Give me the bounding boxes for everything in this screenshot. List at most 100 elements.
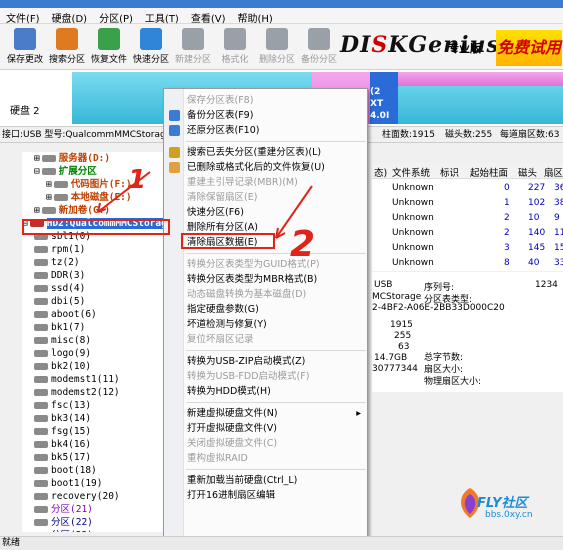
menu-item[interactable]: 备份分区表(F9) [187, 108, 365, 123]
column-header[interactable]: 态) [374, 165, 387, 179]
free-trial-badge[interactable]: 免费试用 [496, 30, 562, 66]
disk-segment[interactable] [72, 72, 167, 124]
tree-partition-node[interactable]: bk5(17) [22, 451, 170, 464]
expander-icon[interactable]: ⊞ [46, 192, 52, 203]
menu-item[interactable]: 坏道检测与修复(Y) [187, 317, 365, 332]
tree-partition-node[interactable]: bk1(7) [22, 321, 170, 334]
menu-item[interactable]: 转换为HDD模式(H) [187, 384, 365, 399]
disk-segment[interactable] [398, 72, 563, 86]
disk-segment-selected[interactable]: (2 XT 4.0I [370, 72, 398, 124]
tree-partition-node[interactable]: boot1(19) [22, 477, 170, 490]
backup-partition-icon [308, 28, 330, 50]
tree-partition-node[interactable]: rpm(1) [22, 243, 170, 256]
new-partition-button[interactable]: 新建分区 [172, 26, 214, 68]
menu-item[interactable]: 指定硬盘参数(G) [187, 302, 365, 317]
menu-item[interactable]: 重构虚拟RAID [187, 451, 365, 466]
tree-partition-node[interactable]: fsg(15) [22, 425, 170, 438]
delete-partition-button[interactable]: 删除分区 [256, 26, 298, 68]
tree-partition-node[interactable]: bk2(10) [22, 360, 170, 373]
menu-bar: 文件(F) 硬盘(D) 分区(P) 工具(T) 查看(V) 帮助(H) [0, 8, 563, 25]
table-row[interactable]: Unknown 2 10 9 [372, 211, 563, 226]
toolbar-label: 删除分区 [258, 55, 295, 65]
annotation-box-delete-all [181, 233, 275, 249]
menu-item[interactable]: 新建虚拟硬盘文件(N) ▸ [187, 406, 365, 421]
menu-item[interactable]: 还原分区表(F10) [187, 123, 365, 138]
menu-separator [186, 469, 366, 470]
menu-item[interactable]: 转换为USB-FDD启动模式(F) [187, 369, 365, 384]
tree-partition-node[interactable]: modemst2(12) [22, 386, 170, 399]
expander-icon[interactable]: ⊟ [34, 166, 40, 177]
tree-partition-node[interactable]: tz(2) [22, 256, 170, 269]
save-button[interactable]: 保存更改 [4, 26, 46, 68]
detail-serial-value: 1234 [535, 280, 558, 290]
tree-partition-node[interactable]: boot(18) [22, 464, 170, 477]
menu-item[interactable]: 关闭虚拟硬盘文件(C) [187, 436, 365, 451]
tree-partition-node[interactable]: ⊞ 本地磁盘(E:) [22, 191, 170, 204]
expander-icon[interactable]: ⊞ [34, 153, 40, 164]
detail-guid: 2-4BF2-A06E-2BB33D000C20 [372, 303, 505, 313]
table-cell: 9 [554, 213, 560, 223]
tree-partition-node[interactable]: bk4(16) [22, 438, 170, 451]
tree-label: fsc(13) [51, 400, 92, 411]
column-header[interactable]: 起始柱面 [470, 165, 508, 179]
tree-partition-node[interactable]: aboot(6) [22, 308, 170, 321]
partition-icon [34, 298, 48, 305]
tree-partition-node[interactable]: recovery(20) [22, 490, 170, 503]
column-header[interactable]: 文件系统 [392, 165, 430, 179]
menu-item[interactable]: 重新加载当前硬盘(Ctrl_L) [187, 473, 365, 488]
expander-icon[interactable]: ⊞ [34, 205, 40, 216]
menu-item[interactable]: 动态磁盘转换为基本磁盘(D) [187, 287, 365, 302]
disk-interface-model: 接口:USB 型号:QualcommMMCStorage [2, 130, 172, 140]
partition-icon [34, 259, 48, 266]
column-header[interactable]: 标识 [440, 165, 459, 179]
partition-icon [41, 155, 56, 162]
tree-partition-node[interactable]: 分区(22) [22, 516, 170, 529]
expander-icon[interactable]: ⊞ [46, 179, 52, 190]
column-header[interactable]: 磁头 [518, 165, 537, 179]
tree-partition-node[interactable]: 分区(23) [22, 529, 170, 532]
tree-partition-node[interactable]: ssd(4) [22, 282, 170, 295]
tree-partition-node[interactable]: DDR(3) [22, 269, 170, 282]
tree-partition-node[interactable]: misc(8) [22, 334, 170, 347]
menu-item[interactable]: 打开16进制扇区编辑 [187, 488, 365, 503]
menu-item[interactable]: 复位坏扇区记录 [187, 332, 365, 347]
tree-partition-node[interactable]: 分区(21) [22, 503, 170, 516]
table-row[interactable]: Unknown 0 227 36 [372, 181, 563, 196]
menu-item[interactable]: 转换为USB-ZIP启动模式(Z) [187, 354, 365, 369]
tree-partition-node[interactable]: ⊟ 扩展分区 [22, 165, 170, 178]
tree-partition-node[interactable]: ⊞ 代码图片(F:) [22, 178, 170, 191]
tree-partition-node[interactable]: fsc(13) [22, 399, 170, 412]
menu-item[interactable]: 清除保留扇区(E) [187, 190, 365, 205]
menu-item[interactable]: 打开虚拟硬盘文件(V) [187, 421, 365, 436]
table-row[interactable]: Unknown 8 40 33 [372, 256, 563, 271]
menu-item[interactable]: 搜索已丢失分区(重建分区表)(L) [187, 145, 365, 160]
column-header[interactable]: 扇区 [544, 165, 563, 179]
table-row[interactable]: Unknown 2 140 11 [372, 226, 563, 241]
menu-item[interactable]: 转换分区表类型为MBR格式(B) [187, 272, 365, 287]
tree-partition-node[interactable]: logo(9) [22, 347, 170, 360]
format-icon [224, 28, 246, 50]
menu-item[interactable]: 已删除或格式化后的文件恢复(U) [187, 160, 365, 175]
format-button[interactable]: 格式化 [214, 26, 256, 68]
tree-partition-node[interactable]: modemst1(11) [22, 373, 170, 386]
table-row[interactable]: Unknown 3 145 15 [372, 241, 563, 256]
menu-item[interactable]: 快速分区(F6) [187, 205, 365, 220]
search-partition-button[interactable]: 搜索分区 [46, 26, 88, 68]
menu-item[interactable]: 转换分区表类型为GUID格式(P) [187, 257, 365, 272]
table-cell: 38 [554, 198, 563, 208]
toolbar-label: 新建分区 [174, 55, 211, 65]
menu-separator [186, 253, 366, 254]
tree-partition-node[interactable]: dbi(5) [22, 295, 170, 308]
table-cell: 36 [554, 183, 563, 193]
table-cell: 140 [528, 228, 546, 238]
menu-item[interactable]: 重建主引导记录(MBR)(M) [187, 175, 365, 190]
partition-icon [34, 428, 48, 435]
tree-partition-node[interactable]: bk3(14) [22, 412, 170, 425]
recover-file-button[interactable]: 恢复文件 [88, 26, 130, 68]
table-row[interactable]: Unknown 1 102 38 [372, 196, 563, 211]
tree-partition-node[interactable]: ⊞ 新加卷(G:) [22, 204, 170, 217]
quick-partition-button[interactable]: 快速分区 [130, 26, 172, 68]
backup-partition-button[interactable]: 备份分区 [298, 26, 340, 68]
menu-item[interactable]: 保存分区表(F8) [187, 93, 365, 108]
tree-partition-node[interactable]: ⊞ 服务器(D:) [22, 152, 170, 165]
